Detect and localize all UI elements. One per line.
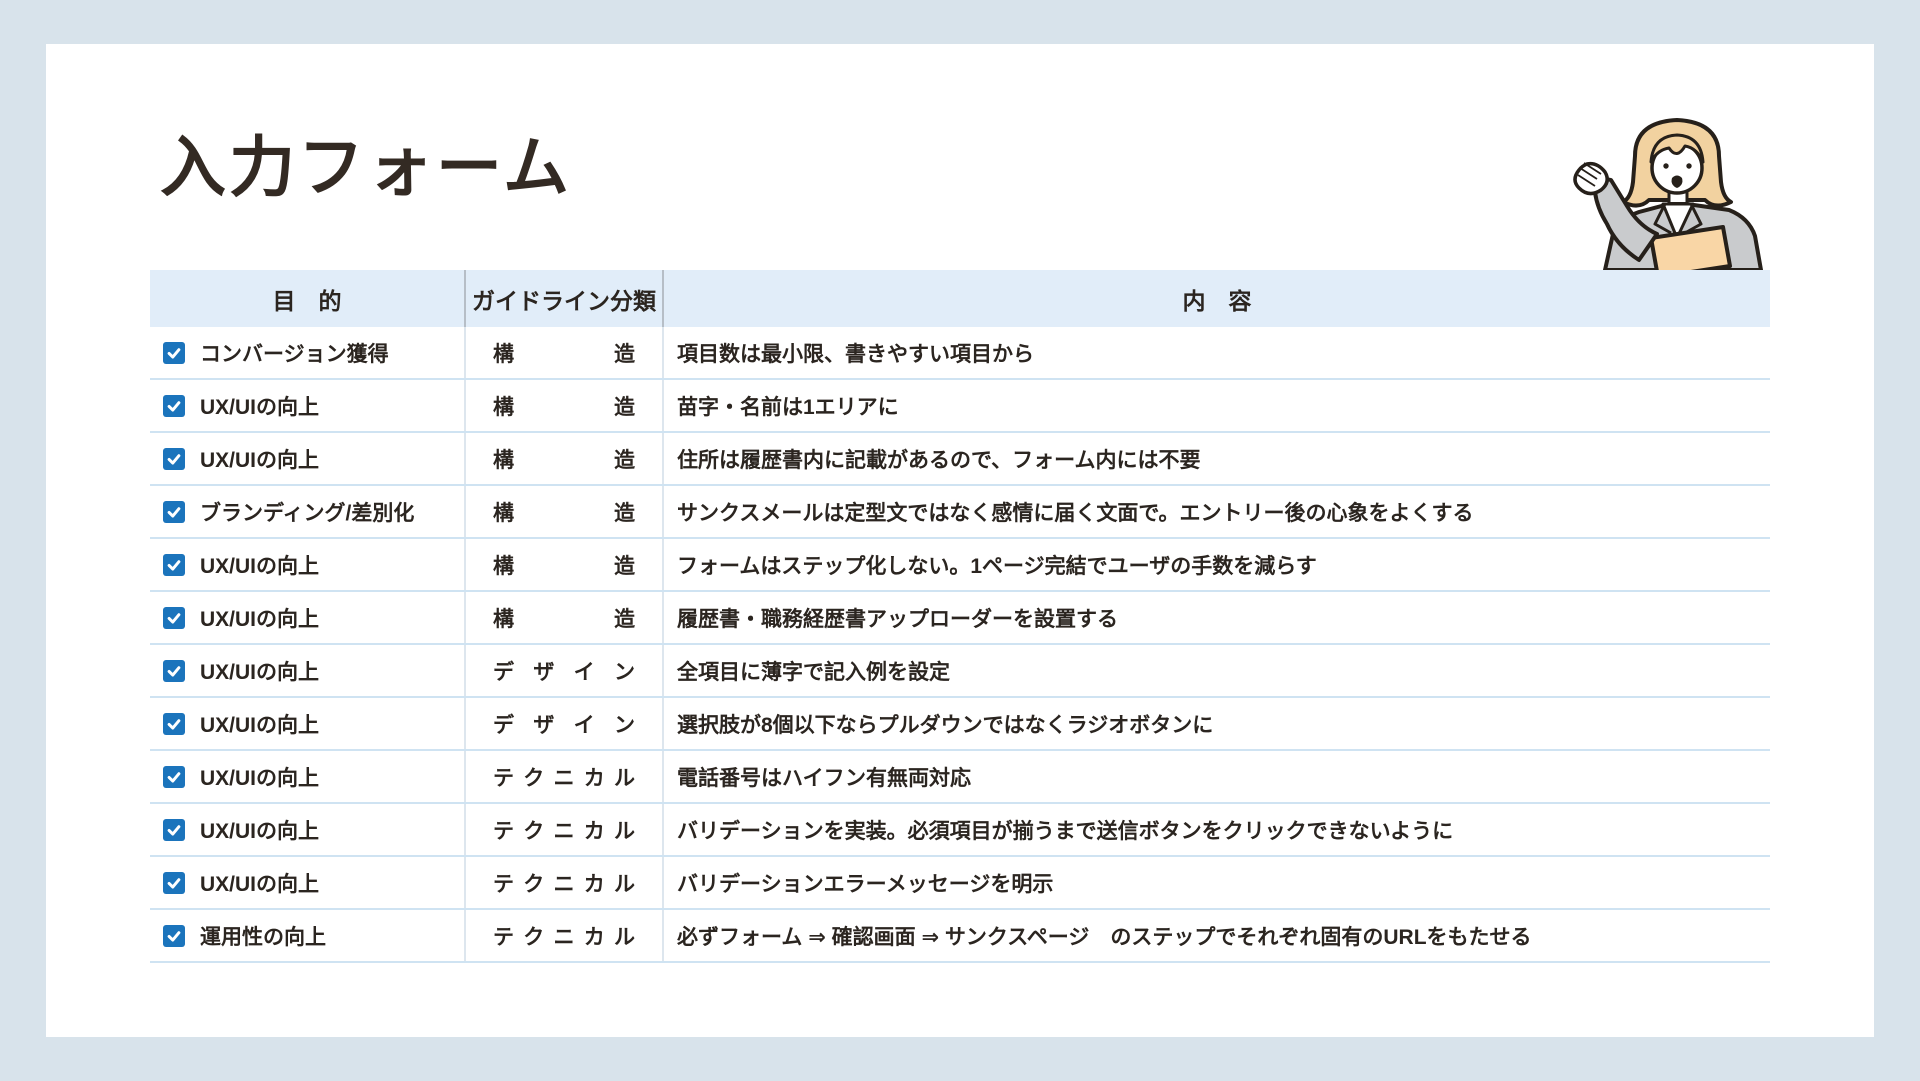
content-text: 住所は履歴書内に記載があるので、フォーム内には不要 (664, 433, 1770, 484)
category-label: デザイン (493, 709, 635, 739)
table-row: UX/UIの向上 構造 住所は履歴書内に記載があるので、フォーム内には不要 (150, 433, 1770, 486)
table-row: UX/UIの向上 構造 苗字・名前は1エリアに (150, 380, 1770, 433)
content-text: 必ずフォーム ⇒ 確認画面 ⇒ サンクスページ のステップでそれぞれ固有のURL… (664, 910, 1770, 961)
category-label: 構造 (493, 603, 635, 633)
row-checkbox[interactable] (163, 872, 185, 894)
category-label: テクニカル (493, 815, 635, 845)
check-icon (165, 715, 183, 733)
slide: 入力フォーム 目 的 ガイドライン分類 内 容 (0, 0, 1920, 1081)
row-checkbox[interactable] (163, 342, 185, 364)
content-text: 項目数は最小限、書きやすい項目から (664, 327, 1770, 378)
row-checkbox[interactable] (163, 501, 185, 523)
table-row: UX/UIの向上 テクニカル バリデーションを実装。必須項目が揃うまで送信ボタン… (150, 804, 1770, 857)
check-icon (165, 927, 183, 945)
table-row: コンバージョン獲得 構造 項目数は最小限、書きやすい項目から (150, 327, 1770, 380)
row-checkbox[interactable] (163, 395, 185, 417)
check-icon (165, 344, 183, 362)
header-purpose: 目 的 (150, 270, 466, 327)
category-label: 構造 (493, 550, 635, 580)
guideline-table: 目 的 ガイドライン分類 内 容 コンバージョン獲得 構造 項目数は最小限、書き… (150, 270, 1770, 963)
check-icon (165, 662, 183, 680)
category-label: テクニカル (493, 868, 635, 898)
page-title: 入力フォーム (160, 134, 572, 200)
check-icon (165, 397, 183, 415)
purpose-label: UX/UIの向上 (200, 603, 319, 633)
table-header-row: 目 的 ガイドライン分類 内 容 (150, 270, 1770, 327)
content-text: バリデーションを実装。必須項目が揃うまで送信ボタンをクリックできないように (664, 804, 1770, 855)
content-text: 電話番号はハイフン有無両対応 (664, 751, 1770, 802)
check-icon (165, 556, 183, 574)
purpose-label: 運用性の向上 (200, 921, 326, 951)
check-icon (165, 821, 183, 839)
purpose-label: UX/UIの向上 (200, 709, 319, 739)
table-row: 運用性の向上 テクニカル 必ずフォーム ⇒ 確認画面 ⇒ サンクスページ のステ… (150, 910, 1770, 963)
row-checkbox[interactable] (163, 660, 185, 682)
check-icon (165, 768, 183, 786)
purpose-label: ブランディング/差別化 (200, 497, 414, 527)
category-label: 構造 (493, 391, 635, 421)
check-icon (165, 609, 183, 627)
row-checkbox[interactable] (163, 819, 185, 841)
table-row: UX/UIの向上 テクニカル バリデーションエラーメッセージを明示 (150, 857, 1770, 910)
header-category: ガイドライン分類 (466, 270, 664, 327)
category-label: 構造 (493, 444, 635, 474)
content-text: バリデーションエラーメッセージを明示 (664, 857, 1770, 908)
category-label: テクニカル (493, 762, 635, 792)
content-text: 選択肢が8個以下ならプルダウンではなくラジオボタンに (664, 698, 1770, 749)
purpose-label: UX/UIの向上 (200, 391, 319, 421)
row-checkbox[interactable] (163, 766, 185, 788)
row-checkbox[interactable] (163, 925, 185, 947)
category-label: 構造 (493, 338, 635, 368)
content-text: 全項目に薄字で記入例を設定 (664, 645, 1770, 696)
check-icon (165, 874, 183, 892)
category-label: テクニカル (493, 921, 635, 951)
row-checkbox[interactable] (163, 448, 185, 470)
table-row: UX/UIの向上 構造 フォームはステップ化しない。1ページ完結でユーザの手数を… (150, 539, 1770, 592)
presenter-woman-illustration (1565, 108, 1780, 270)
content-text: フォームはステップ化しない。1ページ完結でユーザの手数を減らす (664, 539, 1770, 590)
category-label: デザイン (493, 656, 635, 686)
table-row: ブランディング/差別化 構造 サンクスメールは定型文ではなく感情に届く文面で。エ… (150, 486, 1770, 539)
table-row: UX/UIの向上 構造 履歴書・職務経歴書アップローダーを設置する (150, 592, 1770, 645)
table-row: UX/UIの向上 テクニカル 電話番号はハイフン有無両対応 (150, 751, 1770, 804)
row-checkbox[interactable] (163, 607, 185, 629)
purpose-label: UX/UIの向上 (200, 762, 319, 792)
purpose-label: UX/UIの向上 (200, 868, 319, 898)
category-label: 構造 (493, 497, 635, 527)
content-text: 苗字・名前は1エリアに (664, 380, 1770, 431)
check-icon (165, 503, 183, 521)
table-row: UX/UIの向上 デザイン 全項目に薄字で記入例を設定 (150, 645, 1770, 698)
content-text: サンクスメールは定型文ではなく感情に届く文面で。エントリー後の心象をよくする (664, 486, 1770, 537)
row-checkbox[interactable] (163, 554, 185, 576)
purpose-label: UX/UIの向上 (200, 444, 319, 474)
purpose-label: UX/UIの向上 (200, 815, 319, 845)
table-row: UX/UIの向上 デザイン 選択肢が8個以下ならプルダウンではなくラジオボタンに (150, 698, 1770, 751)
row-checkbox[interactable] (163, 713, 185, 735)
purpose-label: UX/UIの向上 (200, 550, 319, 580)
content-text: 履歴書・職務経歴書アップローダーを設置する (664, 592, 1770, 643)
purpose-label: UX/UIの向上 (200, 656, 319, 686)
check-icon (165, 450, 183, 468)
purpose-label: コンバージョン獲得 (200, 338, 389, 368)
header-content: 内 容 (664, 270, 1770, 327)
